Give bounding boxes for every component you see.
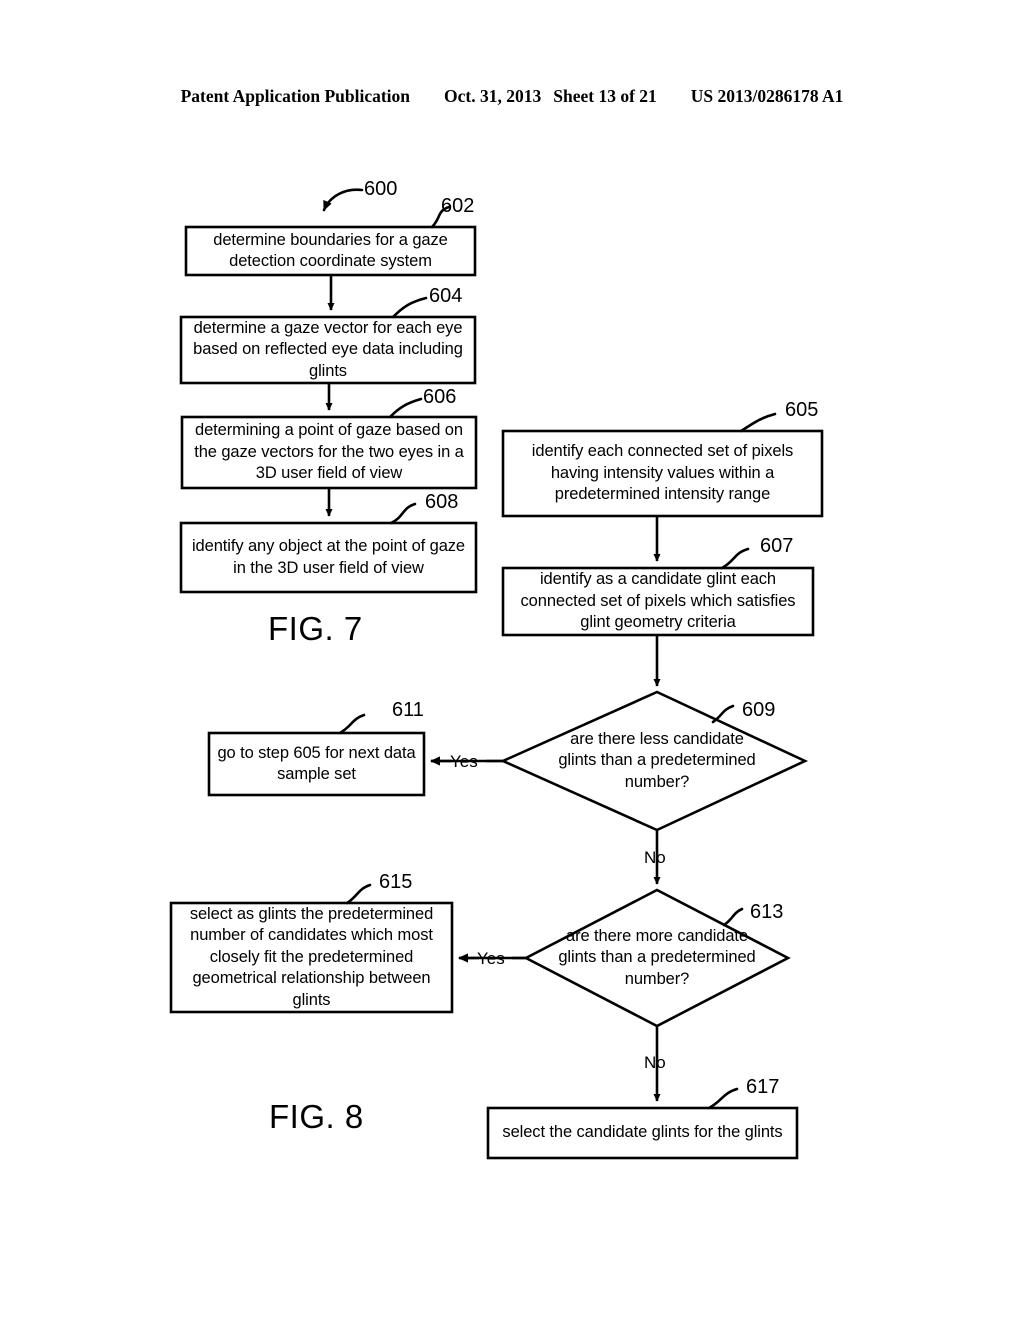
diamond-613-text: are there more candidate glints than a p… xyxy=(558,926,756,988)
box-608-text: identify any object at the point of gaze… xyxy=(191,537,466,577)
diamond-609-text: are there less candidate glints than a p… xyxy=(558,729,756,791)
leader-617 xyxy=(707,1087,739,1110)
ref-number-600: 600 xyxy=(364,178,398,200)
ref-number-615: 615 xyxy=(379,871,413,893)
box-604-text: determine a gaze vector for each eye bas… xyxy=(193,318,463,380)
box-606-text: determining a point of gaze based on the… xyxy=(194,421,464,483)
ref-number-604: 604 xyxy=(429,285,463,307)
edge-label-no-613: No xyxy=(644,1053,666,1072)
box-615-text: select as glints the predetermined numbe… xyxy=(189,904,434,1009)
ref-number-609: 609 xyxy=(742,699,776,721)
ref-number-611: 611 xyxy=(392,699,424,721)
leader-607 xyxy=(720,547,750,570)
edge-label-yes-609: Yes xyxy=(450,752,478,771)
ref-number-608: 608 xyxy=(425,491,459,513)
ref-number-602: 602 xyxy=(441,195,475,217)
leader-606 xyxy=(388,397,423,419)
figure-label-fig8: FIG. 8 xyxy=(269,1098,364,1135)
ref-number-617: 617 xyxy=(746,1076,780,1098)
patent-page: Patent Application Publication Oct. 31, 2… xyxy=(0,0,1024,1320)
ref-number-613: 613 xyxy=(750,901,784,923)
box-607-text: identify as a candidate glint each conne… xyxy=(520,570,796,632)
leader-608 xyxy=(389,502,417,525)
ref-number-605: 605 xyxy=(785,399,819,421)
leader-600 xyxy=(322,188,364,212)
box-605-text: identify each connected set of pixels ha… xyxy=(531,442,794,504)
leader-611 xyxy=(338,713,366,735)
edge-label-yes-613: Yes xyxy=(477,949,505,968)
leader-605 xyxy=(739,412,777,433)
box-611-text: go to step 605 for next data sample set xyxy=(217,743,416,784)
ref-number-606: 606 xyxy=(423,386,457,408)
box-617-text: select the candidate glints for the glin… xyxy=(502,1123,783,1142)
leader-604 xyxy=(391,296,428,319)
edge-label-no-609: No xyxy=(644,848,666,867)
box-602-text: determine boundaries for a gaze detectio… xyxy=(213,230,448,271)
figure-label-fig7: FIG. 7 xyxy=(268,610,363,647)
leader-615 xyxy=(345,883,372,905)
ref-number-607: 607 xyxy=(760,535,794,557)
